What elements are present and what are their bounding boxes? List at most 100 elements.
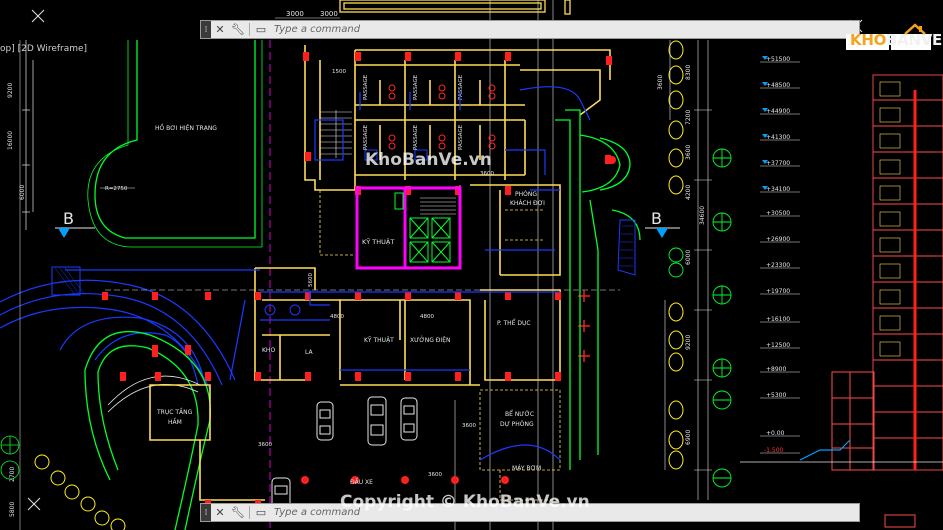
logo-text: KHOBANVE — [850, 31, 942, 49]
section-marker-b-right: B — [645, 209, 680, 238]
room-labels: KHO LA KỸ THUẬT XƯỞNG ĐIỆN P. THỂ DỤC PH… — [156, 191, 545, 486]
elevation-triangles — [762, 56, 768, 190]
dim-5800-left: 5800 — [9, 502, 16, 517]
label-the-duc: P. THỂ DỤC — [497, 319, 531, 327]
svg-text:+0.00: +0.00 — [766, 430, 785, 437]
dim-8300: 8300 — [685, 65, 692, 80]
stair-top — [320, 110, 352, 158]
close-icon[interactable]: ✕ — [211, 504, 229, 521]
label-ham: HẦM — [168, 418, 182, 426]
elevator-shafts — [394, 192, 451, 263]
svg-text:PASSAGE: PASSAGE — [413, 74, 419, 100]
dim-4200: 4200 — [685, 185, 692, 200]
svg-text:PASSAGE: PASSAGE — [413, 124, 419, 150]
svg-text:+12500: +12500 — [766, 342, 790, 349]
wrench-icon[interactable]: 🔧︎ — [229, 504, 247, 521]
dim-3600-r: 3600 — [685, 145, 692, 160]
svg-text:+19700: +19700 — [766, 288, 790, 295]
label-kho: KHO — [262, 347, 275, 354]
label-ky-thuat: KỸ THUẬT — [364, 337, 394, 344]
dim-7200: 7200 — [685, 110, 692, 125]
green-curves — [84, 330, 211, 530]
command-history-icon[interactable]: ▭ — [252, 21, 270, 38]
svg-text:PASSAGE: PASSAGE — [458, 124, 464, 150]
bottom-box — [884, 514, 916, 528]
trees-left — [34, 454, 126, 530]
red-marker — [608, 156, 616, 164]
dim-16000-left: 16000 — [7, 131, 14, 150]
blue-service-lines — [65, 86, 591, 461]
tower-windows — [879, 81, 901, 357]
section-label-b-left: B — [63, 209, 74, 228]
dim-2700-left: 2700 — [9, 467, 16, 482]
close-icon[interactable]: ✕ — [211, 21, 229, 38]
separator — [249, 23, 250, 36]
svg-text:-1.500: -1.500 — [764, 447, 784, 454]
dim-5600: 5600 — [308, 273, 314, 287]
trees-right — [668, 40, 684, 470]
dim-4800-b: 4800 — [420, 314, 434, 320]
command-grip-icon[interactable]: ⁞ — [201, 21, 211, 38]
separator — [249, 506, 250, 519]
svg-text:+30500: +30500 — [766, 210, 790, 217]
svg-text:PASSAGE: PASSAGE — [458, 74, 464, 100]
label-du-phong: DỰ PHÒNG — [500, 421, 534, 428]
command-grip-icon[interactable]: ⁞ — [201, 504, 211, 521]
dim-1500: 1500 — [332, 69, 346, 75]
label-la: LA — [305, 349, 313, 356]
pool-label: HỒ BƠI HIỆN TRẠNG — [155, 123, 217, 132]
blue-wedge — [617, 219, 636, 276]
label-may-bom: MÁY BƠM — [512, 465, 541, 472]
dim-3600-b: 3600 — [428, 472, 442, 478]
passage-labels: PASSAGE PASSAGE PASSAGE PASSAGE PASSAGE … — [363, 74, 464, 150]
watermark-copyright: Copyright © KhoBanVe.vn — [340, 492, 590, 512]
dim-3600-top: 3600 — [480, 171, 494, 177]
svg-text:+23300: +23300 — [766, 262, 790, 269]
dim-6900: 6900 — [685, 430, 692, 445]
cursor-crosses — [27, 9, 863, 511]
command-history-icon[interactable]: ▭ — [252, 504, 270, 521]
label-khach-doi: KHÁCH ĐỢI — [510, 200, 545, 207]
watermark-center: KhoBanVe.vn — [365, 150, 492, 170]
pool-area: HỒ BƠI HIỆN TRẠNG R=2750 — [87, 40, 263, 248]
wrench-icon[interactable]: 🔧︎ — [229, 21, 247, 38]
khobanve-logo: KHOBANVE — [843, 22, 942, 54]
svg-text:+37700: +37700 — [766, 160, 790, 167]
dim-3600-r2: 3600 — [657, 75, 664, 90]
svg-text:+8900: +8900 — [766, 366, 786, 373]
svg-text:PASSAGE: PASSAGE — [363, 124, 369, 150]
cad-drawing-canvas[interactable]: HỒ BƠI HIỆN TRẠNG R=2750 9200 16000 6000… — [0, 0, 943, 530]
command-input[interactable]: Type a command — [274, 24, 360, 35]
ground-ramp — [799, 439, 851, 461]
top-structure — [339, 0, 571, 15]
red-dots — [301, 476, 509, 484]
grid-lines — [454, 0, 554, 530]
command-line-top[interactable]: ⁞ ✕ 🔧︎ ▭ Type a command — [200, 20, 860, 39]
svg-text:+34100: +34100 — [766, 186, 790, 193]
plants-right — [668, 148, 732, 488]
dim-3000-a: 3000 — [286, 10, 304, 18]
label-ky-thuat-top: KỸ THUẬT — [362, 237, 394, 246]
label-phong: PHÒNG — [515, 191, 537, 198]
ramp-arc — [107, 375, 201, 413]
viewport-label[interactable]: op] [2D Wireframe] — [0, 44, 87, 54]
label-be-nuoc: BỂ NƯỚC — [505, 410, 534, 418]
right-dimensions: 8300 7200 3600 4200 34600 6000 9200 6900… — [657, 65, 706, 445]
podium — [831, 371, 875, 471]
section-label-b-right: B — [651, 209, 662, 228]
dim-6000-r: 6000 — [685, 250, 692, 265]
cad-workspace[interactable]: { "app": { "viewport_label": "op] [2D Wi… — [0, 0, 943, 530]
svg-text:+44900: +44900 — [766, 108, 790, 115]
svg-text:+5300: +5300 — [766, 392, 786, 399]
svg-text:+51500: +51500 — [766, 56, 790, 63]
blue-ramp — [0, 279, 236, 391]
label-dau-xe: ĐẦU XE — [350, 478, 373, 486]
dim-34600: 34600 — [699, 206, 706, 225]
dim-3600-a: 3600 — [258, 442, 272, 448]
elevator-stair — [420, 197, 456, 215]
dim-4800-a: 4800 — [330, 314, 344, 320]
dim-3000-b: 3000 — [320, 10, 338, 18]
radius-label: R=2750 — [105, 186, 128, 192]
blue-wedge-hatch — [619, 225, 633, 267]
building-walls — [149, 45, 611, 501]
